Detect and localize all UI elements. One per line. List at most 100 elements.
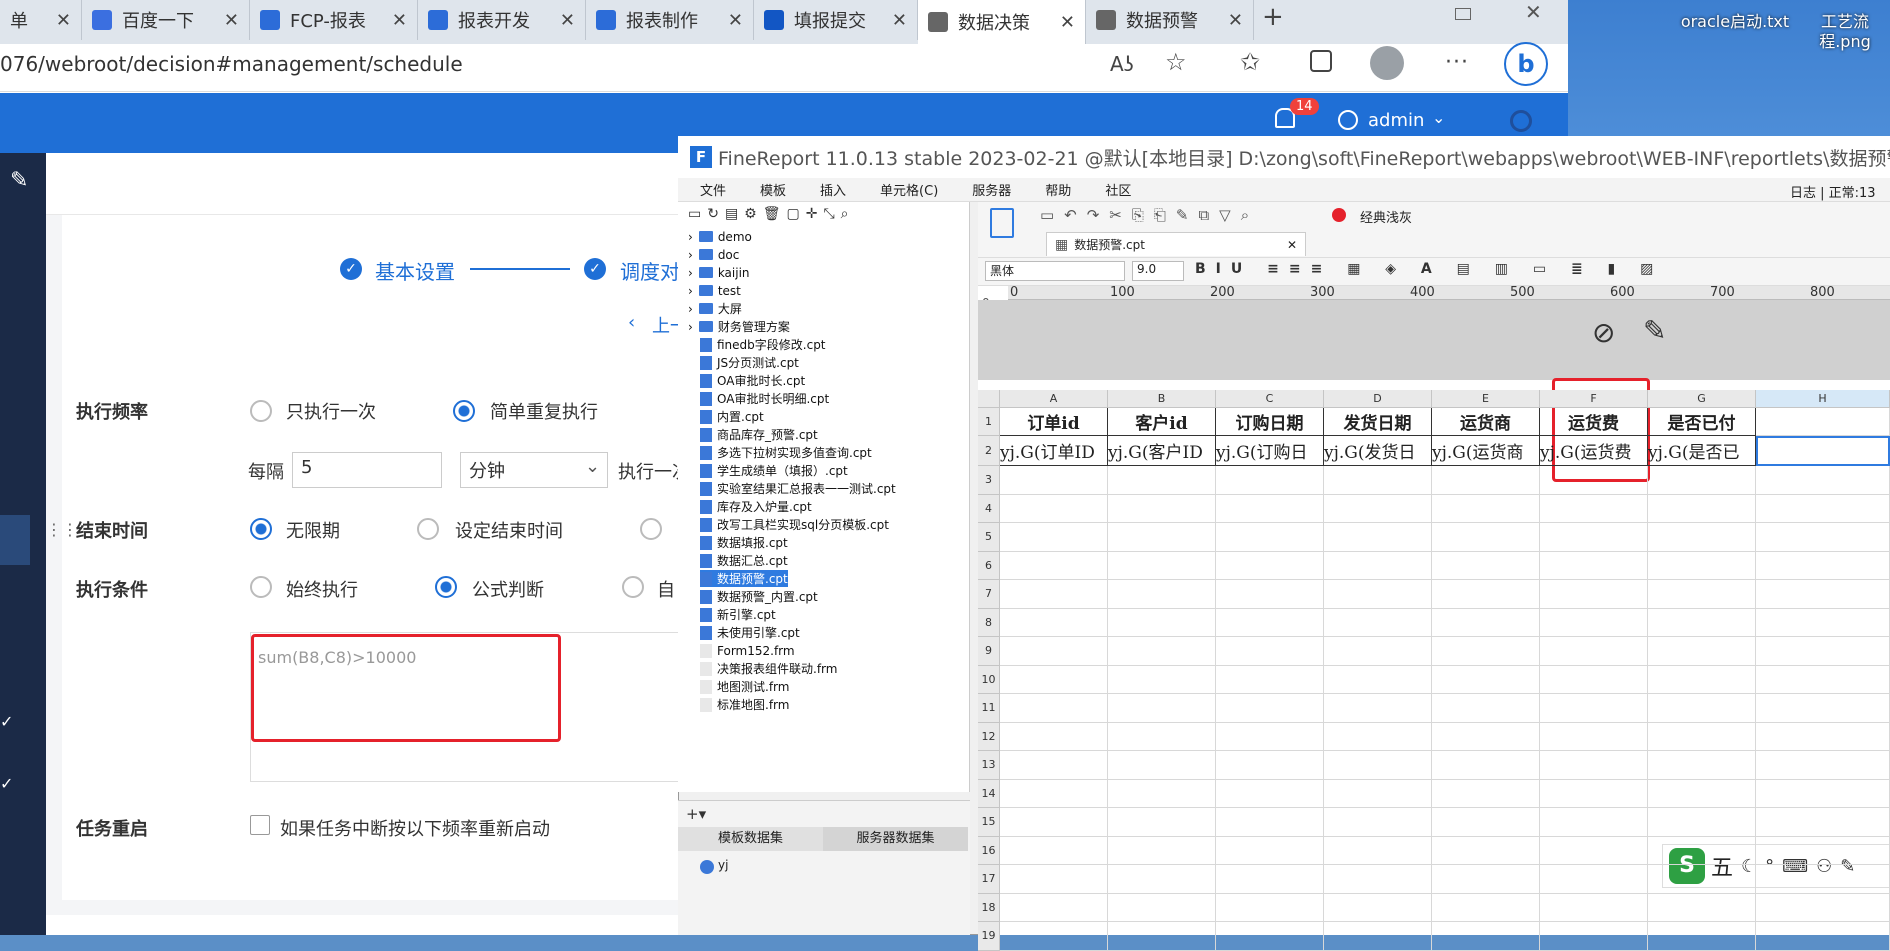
expand-icon[interactable]: ›: [688, 320, 693, 334]
tree-item-24[interactable]: 决策报表组件联动.frm: [700, 660, 837, 677]
cell-D13[interactable]: [1324, 751, 1432, 780]
cell-A10[interactable]: [1000, 665, 1108, 694]
cell-B16[interactable]: [1108, 836, 1216, 865]
cell-A14[interactable]: [1000, 779, 1108, 808]
cell-D3[interactable]: [1324, 466, 1432, 495]
cell-A19[interactable]: [1000, 922, 1108, 951]
cell-C12[interactable]: [1216, 722, 1324, 751]
radio-set-end[interactable]: [417, 518, 439, 540]
tab-7[interactable]: 数据预警 ✕: [1086, 0, 1254, 40]
row-header[interactable]: 1: [978, 408, 1000, 436]
expand-icon[interactable]: ›: [688, 266, 693, 280]
row-header[interactable]: 12: [978, 722, 1000, 751]
menu-item[interactable]: 社区: [1105, 180, 1131, 199]
menu-item[interactable]: 单元格(C): [880, 180, 938, 199]
cell-E4[interactable]: [1432, 494, 1540, 523]
tree-item-0[interactable]: › demo: [688, 228, 752, 245]
cell-F18[interactable]: [1540, 893, 1648, 922]
cell-A6[interactable]: [1000, 551, 1108, 580]
cell-C19[interactable]: [1216, 922, 1324, 951]
tab-close-icon[interactable]: ✕: [392, 10, 407, 31]
cell-A8[interactable]: [1000, 608, 1108, 637]
tree-item-5[interactable]: › 财务管理方案: [688, 318, 790, 335]
row-header[interactable]: 16: [978, 836, 1000, 865]
radio-repeat[interactable]: [453, 400, 475, 422]
collections-icon[interactable]: [1310, 50, 1332, 72]
desktop-icon-oracle[interactable]: oracle启动.txt: [1680, 12, 1790, 32]
cell-F14[interactable]: [1540, 779, 1648, 808]
tree-item-22[interactable]: 未使用引擎.cpt: [700, 624, 800, 641]
column-header-G[interactable]: G: [1648, 390, 1756, 408]
radio-once[interactable]: [250, 400, 272, 422]
cell-B15[interactable]: [1108, 808, 1216, 837]
cell-G16[interactable]: [1648, 836, 1756, 865]
tree-item-26[interactable]: 标准地图.frm: [700, 696, 789, 713]
cell-F16[interactable]: [1540, 836, 1648, 865]
cell-B12[interactable]: [1108, 722, 1216, 751]
cell-G8[interactable]: [1648, 608, 1756, 637]
expand-icon[interactable]: ›: [688, 230, 693, 244]
cell-A12[interactable]: [1000, 722, 1108, 751]
cell-E16[interactable]: [1432, 836, 1540, 865]
cell-E9[interactable]: [1432, 637, 1540, 666]
url-text[interactable]: 076/webroot/decision#management/schedule: [0, 52, 463, 76]
column-header-F[interactable]: F: [1540, 390, 1648, 408]
cell-C16[interactable]: [1216, 836, 1324, 865]
cell-A2[interactable]: yj.G(订单ID: [1000, 436, 1108, 466]
cell-G15[interactable]: [1648, 808, 1756, 837]
cell-D11[interactable]: [1324, 694, 1432, 723]
cell-A3[interactable]: [1000, 466, 1108, 495]
add-dataset-icon[interactable]: +▾: [686, 805, 706, 823]
cell-F19[interactable]: [1540, 922, 1648, 951]
dataset-yj[interactable]: yj: [718, 858, 728, 872]
cell-G6[interactable]: [1648, 551, 1756, 580]
cell-C9[interactable]: [1216, 637, 1324, 666]
column-header-D[interactable]: D: [1324, 390, 1432, 408]
cell-B14[interactable]: [1108, 779, 1216, 808]
tab-close-icon[interactable]: ✕: [1060, 12, 1075, 33]
cell-A16[interactable]: [1000, 836, 1108, 865]
cell-B2[interactable]: yj.G(客户ID: [1108, 436, 1216, 466]
cell-F4[interactable]: [1540, 494, 1648, 523]
cell-C2[interactable]: yj.G(订购日: [1216, 436, 1324, 466]
cell-H12[interactable]: [1756, 722, 1890, 751]
corner-cell[interactable]: [978, 390, 1000, 408]
row-header[interactable]: 10: [978, 665, 1000, 694]
cell-C5[interactable]: [1216, 523, 1324, 552]
menu-item[interactable]: 模板: [760, 180, 786, 199]
cell-D19[interactable]: [1324, 922, 1432, 951]
cell-D7[interactable]: [1324, 580, 1432, 609]
favorites-icon[interactable]: ✩: [1240, 48, 1260, 76]
cell-H3[interactable]: [1756, 466, 1890, 495]
cell-G4[interactable]: [1648, 494, 1756, 523]
more-icon[interactable]: ···: [1445, 50, 1469, 75]
column-header-H[interactable]: H: [1756, 390, 1890, 408]
theme-classic[interactable]: 经典浅灰: [1360, 207, 1412, 226]
cell-E7[interactable]: [1432, 580, 1540, 609]
cell-H6[interactable]: [1756, 551, 1890, 580]
cell-D1[interactable]: 发货日期: [1324, 408, 1432, 436]
tab-close-icon[interactable]: ✕: [56, 10, 71, 31]
row-header[interactable]: 19: [978, 922, 1000, 951]
cell-G14[interactable]: [1648, 779, 1756, 808]
cell-D14[interactable]: [1324, 779, 1432, 808]
cell-G2[interactable]: yj.G(是否已: [1648, 436, 1756, 466]
pencil-icon[interactable]: ✎: [1643, 314, 1666, 347]
step-schedule[interactable]: 调度对: [620, 256, 686, 285]
radio-always[interactable]: [250, 576, 272, 598]
cell-C17[interactable]: [1216, 865, 1324, 894]
cell-A7[interactable]: [1000, 580, 1108, 609]
cell-H1[interactable]: [1756, 408, 1890, 436]
step-basic[interactable]: 基本设置: [375, 256, 455, 285]
cell-E13[interactable]: [1432, 751, 1540, 780]
cell-C14[interactable]: [1216, 779, 1324, 808]
tab-close-icon[interactable]: ✕: [224, 10, 239, 31]
cell-F12[interactable]: [1540, 722, 1648, 751]
cell-G13[interactable]: [1648, 751, 1756, 780]
cell-C1[interactable]: 订购日期: [1216, 408, 1324, 436]
window-close-icon[interactable]: ✕: [1525, 0, 1542, 24]
tab-1[interactable]: 百度一下 ✕: [82, 0, 250, 40]
cell-H4[interactable]: [1756, 494, 1890, 523]
row-header[interactable]: 6: [978, 551, 1000, 580]
cell-G17[interactable]: [1648, 865, 1756, 894]
